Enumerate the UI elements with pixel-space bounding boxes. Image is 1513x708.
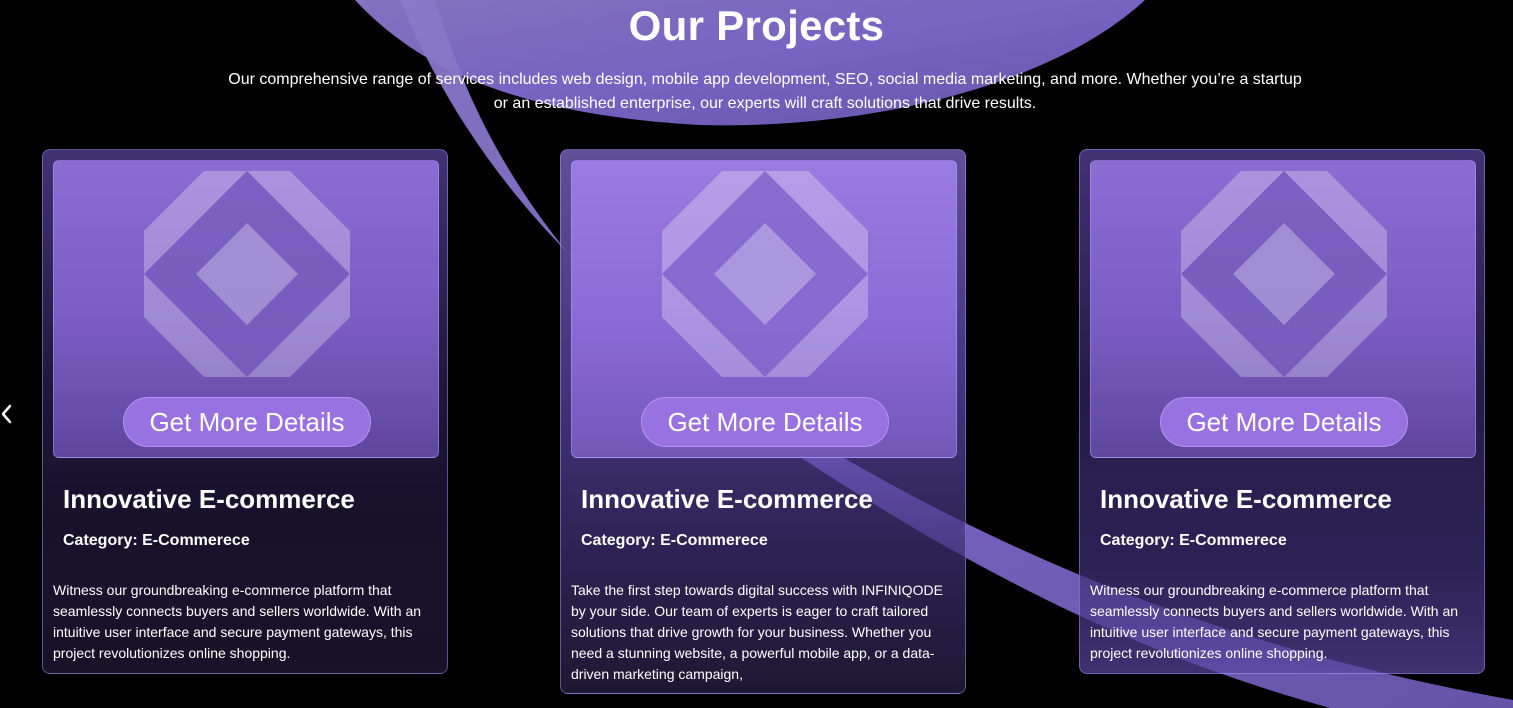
card-title: Innovative E-commerce bbox=[63, 484, 355, 514]
project-card: Get More Details Innovative E-commerce C… bbox=[560, 149, 966, 694]
octagon-diamond-logo bbox=[144, 171, 350, 377]
page-title: Our Projects bbox=[628, 2, 885, 49]
card-category: Category: E-Commerece bbox=[1100, 532, 1287, 549]
get-more-details-button[interactable]: Get More Details bbox=[1160, 397, 1408, 447]
project-thumbnail: Get More Details bbox=[571, 160, 957, 458]
octagon-diamond-logo bbox=[662, 171, 868, 377]
card-description: Take the first step towards digital succ… bbox=[571, 582, 943, 682]
project-thumbnail: Get More Details bbox=[1090, 160, 1476, 458]
section-subtitle: Our comprehensive range of services incl… bbox=[228, 71, 1302, 112]
get-more-details-button[interactable]: Get More Details bbox=[123, 397, 371, 447]
card-title: Innovative E-commerce bbox=[581, 484, 873, 514]
project-thumbnail: Get More Details bbox=[53, 160, 439, 458]
chevron-left-icon bbox=[1, 404, 12, 424]
card-title: Innovative E-commerce bbox=[1100, 484, 1392, 514]
project-card: Get More Details Innovative E-commerce C… bbox=[42, 149, 448, 674]
card-description: Witness our groundbreaking e-commerce pl… bbox=[53, 582, 422, 661]
card-category: Category: E-Commerece bbox=[63, 532, 250, 549]
card-description: Witness our groundbreaking e-commerce pl… bbox=[1090, 582, 1459, 661]
card-category: Category: E-Commerece bbox=[581, 532, 768, 549]
carousel-prev-button[interactable] bbox=[0, 400, 14, 428]
project-card: Get More Details Innovative E-commerce C… bbox=[1079, 149, 1485, 674]
get-more-details-button[interactable]: Get More Details bbox=[641, 397, 889, 447]
octagon-diamond-logo bbox=[1181, 171, 1387, 377]
